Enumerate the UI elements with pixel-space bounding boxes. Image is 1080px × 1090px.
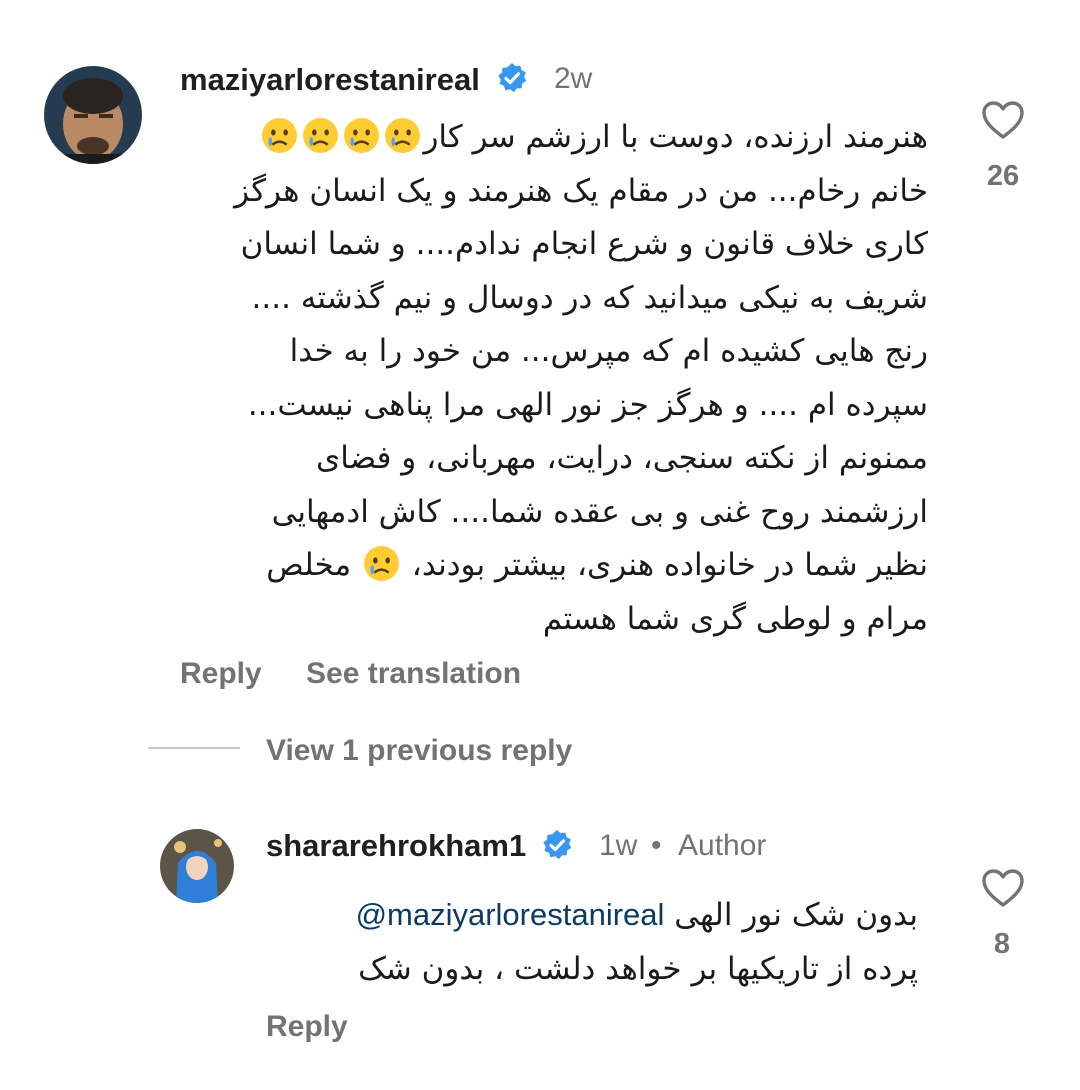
crying-face-emoji xyxy=(385,118,421,153)
comment-text-line: ممنونم از نکته سنجی، درایت، مهربانی، و ف… xyxy=(315,440,928,476)
author-label: Author xyxy=(678,829,767,862)
comment-username[interactable]: maziyarlorestanireal xyxy=(180,62,480,98)
see-translation-button[interactable]: See translation xyxy=(306,657,521,691)
verified-badge-icon xyxy=(543,830,572,860)
comment-text-line: هنرمند ارزنده، دوست با ارزشم سر کار xyxy=(423,119,928,155)
comment-text-line: بدون شک نور الهی xyxy=(674,897,918,933)
comment-line: نظیر شما در خانواده هنری، بیشتر بودند، م… xyxy=(168,539,928,593)
view-previous-replies-button[interactable]: View 1 previous reply xyxy=(266,734,572,768)
comment-text-line: شریف به نیکی میدانید که در دوسال و نیم گ… xyxy=(251,279,928,316)
avatar[interactable] xyxy=(160,829,234,903)
comment-body: بدون شک نور الهی @maziyarlorestanireal پ… xyxy=(258,888,918,996)
comment-text-line: رنج هایی کشیده ام که مپرس... من خود را ب… xyxy=(289,333,928,369)
comment-text-line: کاری خلاف قانون و شرع انجام ندادم.... و … xyxy=(240,226,928,262)
heart-outline-icon[interactable] xyxy=(981,868,1025,908)
comment-time: 2w xyxy=(554,62,593,95)
crying-face-emoji xyxy=(344,118,380,153)
replies-divider xyxy=(148,747,240,749)
comment-body: هنرمند ارزنده، دوست با ارزشم سر کار خانم… xyxy=(168,111,928,646)
mention-link[interactable]: @maziyarlorestanireal xyxy=(356,897,665,932)
crying-face-emoji xyxy=(303,118,339,153)
meta-separator: • xyxy=(651,829,662,862)
reply-button[interactable]: Reply xyxy=(266,1010,348,1044)
comment-text-line: ارزشمند روح غنی و بی عقده شما.... کاش اد… xyxy=(271,493,928,530)
comment-username[interactable]: shararehrokham1 xyxy=(266,828,526,864)
reply-button[interactable]: Reply xyxy=(180,657,262,691)
verified-badge-icon xyxy=(498,63,527,93)
crying-face-emoji xyxy=(363,546,399,581)
comment-line: هنرمند ارزنده، دوست با ارزشم سر کار xyxy=(168,111,928,165)
comment-text-word: مخلص xyxy=(266,547,352,583)
comment-line: بدون شک نور الهی @maziyarlorestanireal xyxy=(258,888,918,943)
like-count: 26 xyxy=(986,160,1020,192)
avatar[interactable] xyxy=(44,66,142,164)
heart-outline-icon[interactable] xyxy=(981,100,1025,140)
comment-text-line: پرده از تاریکیها بر خواهد دلشت ، بدون شک xyxy=(358,950,918,987)
like-count: 8 xyxy=(993,928,1011,960)
comment-text-line: خانم رخام... من در مقام یک هنرمند و یک ا… xyxy=(234,172,928,209)
comment-text-line: مرام و لوطی گری شما هستم xyxy=(542,600,928,637)
comment-text-line: نظیر شما در خانواده هنری، بیشتر بودند، xyxy=(401,547,928,583)
comment-text-line: سپرده ام .... و هرگز جز نور الهی مرا پنا… xyxy=(247,386,928,423)
crying-face-emoji xyxy=(262,118,298,153)
comment-time: 1w xyxy=(599,829,638,862)
